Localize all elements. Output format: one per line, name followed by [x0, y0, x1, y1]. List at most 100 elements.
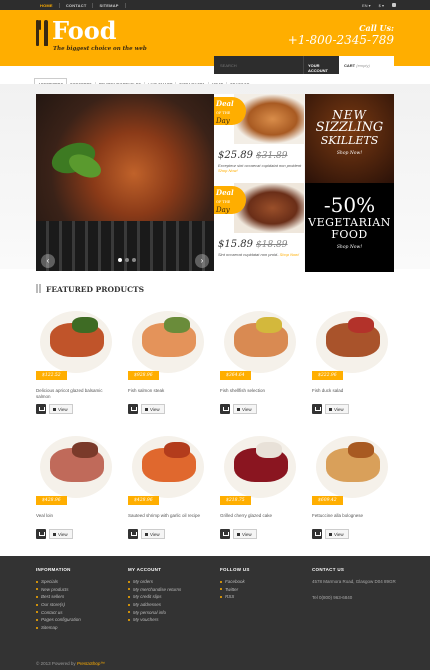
product-name[interactable]: Grilled cherry glazed cake	[220, 513, 302, 519]
arrow-icon	[53, 408, 56, 411]
deal-badge: Deal OF THE Day	[214, 186, 246, 214]
copyright: © 2013 Powered by PrestaShop™	[36, 661, 105, 666]
slider-pager	[118, 258, 136, 262]
add-to-cart-icon[interactable]	[36, 529, 46, 539]
language-value: EN	[361, 2, 368, 8]
garnish-detail	[256, 317, 282, 333]
promo-line-1: -50%	[323, 193, 376, 217]
view-label: View	[58, 407, 68, 412]
footer-link-rss[interactable]: RSS	[220, 594, 250, 599]
slider-prev-icon[interactable]: ‹	[41, 254, 55, 268]
promo-sizzling-skillets[interactable]: NEW SIZZLING SKILLETS Shop Now!	[305, 94, 394, 183]
footer-link[interactable]: Best sellers	[36, 594, 81, 599]
footer-link[interactable]: My vouchers	[128, 617, 181, 622]
add-to-cart-icon[interactable]	[128, 529, 138, 539]
slider-next-icon[interactable]: ›	[195, 254, 209, 268]
view-button[interactable]: View	[49, 404, 73, 414]
promo-shop-link[interactable]: Shop Now!	[305, 245, 394, 250]
footer-address: 4578 Marmora Road, Glasgow D04 89GR	[312, 579, 396, 584]
language-select[interactable]: EN ▾	[362, 3, 371, 8]
footer-link[interactable]: New products	[36, 587, 81, 592]
search-input[interactable]: SEARCH	[214, 56, 304, 74]
cart-status: (empty)	[356, 63, 370, 68]
lock-icon[interactable]	[392, 3, 396, 7]
image-slider[interactable]: ‹ ›	[36, 94, 214, 271]
deal-price: $25.89 $31.89	[218, 150, 288, 161]
call-us-label: Call Us:	[359, 23, 394, 33]
promo-shop-link[interactable]: Shop Now!	[305, 151, 394, 156]
slider-dot[interactable]	[118, 258, 122, 262]
logo-tagline: The biggest choice on the web	[53, 46, 147, 52]
footer-link[interactable]: My orders	[128, 579, 181, 584]
top-nav-home[interactable]: HOME	[34, 2, 60, 8]
deal-shop-link[interactable]: Shop Now!	[280, 252, 300, 257]
footer-link[interactable]: My credit slips	[128, 594, 181, 599]
footer-link[interactable]: Contact us	[36, 610, 81, 615]
view-button[interactable]: View	[141, 529, 165, 539]
product-name[interactable]: Fettuccine alla bolognese	[312, 513, 394, 519]
product-name[interactable]: Veal loin	[36, 513, 118, 519]
copyright-text: © 2013 Powered by	[36, 661, 76, 666]
footer-link-facebook[interactable]: Facebook	[220, 579, 250, 584]
footer-link[interactable]: Pages configuration	[36, 617, 81, 622]
site-header: Food The biggest choice on the web Call …	[0, 10, 430, 74]
copyright-brand[interactable]: PrestaShop™	[77, 661, 105, 666]
deal-badge-small: OF THE	[216, 111, 231, 115]
product-name[interactable]: Fish salmon steak	[128, 388, 210, 394]
add-to-cart-icon[interactable]	[36, 404, 46, 414]
deal-old-price: $18.89	[256, 240, 288, 250]
add-to-cart-icon[interactable]	[128, 404, 138, 414]
price-tag: $122.52	[36, 371, 67, 380]
view-button[interactable]: View	[49, 529, 73, 539]
product-name[interactable]: Delicious apricot glazed balsamic salmon	[36, 388, 118, 399]
slider-dot[interactable]	[132, 258, 136, 262]
footer-link[interactable]: Our store(s)	[36, 602, 81, 607]
add-to-cart-icon[interactable]	[220, 404, 230, 414]
deal-of-day-1[interactable]: Deal OF THE Day $25.89 $31.89 Excepteur si…	[214, 94, 304, 183]
footer-heading: FOLLOW US	[220, 567, 250, 572]
currency-select[interactable]: $ ▾	[379, 3, 384, 8]
arrow-icon	[329, 533, 332, 536]
view-button[interactable]: View	[233, 529, 257, 539]
product-name[interactable]: Fish shellfish selection	[220, 388, 302, 394]
add-to-cart-icon[interactable]	[312, 404, 322, 414]
promo-line-3: FOOD	[331, 228, 368, 241]
deal-old-price: $31.89	[256, 151, 288, 161]
product-name[interactable]: Fish duck salad	[312, 388, 394, 394]
top-bar: HOME CONTACT SITEMAP EN ▾ $ ▾	[0, 0, 430, 10]
deal-badge-title: Deal	[216, 99, 234, 108]
arrow-icon	[53, 533, 56, 536]
footer-link[interactable]: My merchandise returns	[128, 587, 181, 592]
deal-of-day-2[interactable]: Deal OF THE Day $15.89 $18.89 Sint occaeca…	[214, 183, 304, 272]
your-account-link[interactable]: YOUR ACCOUNT	[304, 56, 339, 74]
view-button[interactable]: View	[325, 404, 349, 414]
footer-link[interactable]: My personal info	[128, 610, 181, 615]
promo-line-2: SIZZLING	[315, 120, 384, 135]
site-logo[interactable]: Food The biggest choice on the web	[34, 18, 147, 52]
promo-vegetarian[interactable]: -50% VEGETARIAN FOOD Shop Now!	[305, 183, 394, 272]
slider-dot[interactable]	[125, 258, 129, 262]
product-name[interactable]: Sauteed shrimp with garlic oil recipe	[128, 513, 210, 519]
footer-link[interactable]: Sitemap	[36, 625, 81, 630]
add-to-cart-icon[interactable]	[220, 529, 230, 539]
price-tag: $218.75	[220, 496, 251, 505]
garnish-detail	[72, 317, 98, 333]
view-button[interactable]: View	[141, 404, 165, 414]
view-label: View	[242, 532, 252, 537]
view-button[interactable]: View	[325, 529, 349, 539]
footer-contact-us: CONTACT US 4578 Marmora Road, Glasgow D0…	[312, 567, 397, 600]
deal-price: $15.89 $18.89	[218, 239, 288, 250]
price-tag: $428.96	[36, 496, 67, 505]
top-nav-contact[interactable]: CONTACT	[60, 2, 94, 8]
footer-link[interactable]: My addresses	[128, 602, 181, 607]
footer-link-twitter[interactable]: Twitter	[220, 587, 250, 592]
deal-image	[234, 94, 304, 144]
deal-badge-day: Day	[216, 206, 230, 214]
view-button[interactable]: View	[233, 404, 257, 414]
add-to-cart-icon[interactable]	[312, 529, 322, 539]
footer-link[interactable]: Specials	[36, 579, 81, 584]
deal-shop-link[interactable]: Shop Now!	[218, 168, 238, 173]
cart-button[interactable]: CART (empty)	[339, 56, 394, 74]
top-nav-sitemap[interactable]: SITEMAP	[93, 2, 126, 8]
garnish-detail	[348, 442, 374, 458]
